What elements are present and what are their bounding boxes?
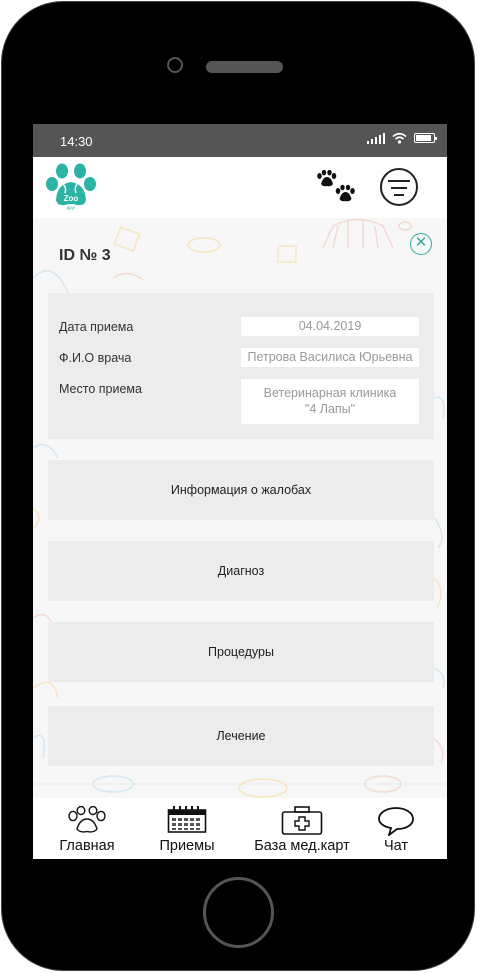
wifi-icon: [392, 132, 407, 144]
diagnosis-section-button[interactable]: Диагноз: [48, 541, 434, 601]
chat-bubble-icon: [378, 807, 414, 836]
filter-menu-button[interactable]: [380, 168, 418, 206]
status-time: 14:30: [60, 134, 93, 149]
record-title: ID № 3: [59, 247, 111, 264]
tab-home[interactable]: Главная: [51, 798, 123, 859]
zoo-logo[interactable]: Zoo друг: [43, 162, 99, 210]
filter-icon: [388, 180, 410, 182]
close-button[interactable]: ✕: [410, 233, 432, 255]
signal-icon: [367, 132, 385, 144]
place-line-1: Ветеринарная клиника: [263, 386, 397, 400]
logo-text: Zoo: [64, 194, 79, 203]
earpiece-speaker: [206, 61, 283, 73]
paw-icon: [68, 806, 106, 833]
calendar-icon: [167, 806, 207, 833]
tab-appointments-label: Приемы: [159, 838, 215, 854]
logo-subtext: друг: [67, 205, 76, 210]
treatment-section-button[interactable]: Лечение: [48, 706, 434, 766]
complaints-section-button[interactable]: Информация о жалобах: [48, 460, 434, 520]
tab-appointments[interactable]: Приемы: [151, 798, 223, 859]
appointment-info-card: Дата приема 04.04.2019 Ф.И.О врача Петро…: [48, 293, 434, 439]
paws-icon[interactable]: [316, 170, 360, 206]
tab-medical-records-label: База мед.карт: [254, 838, 350, 854]
home-button[interactable]: [203, 877, 274, 948]
battery-icon: [414, 133, 437, 143]
tab-home-label: Главная: [59, 838, 115, 854]
app-header: Zoo друг: [33, 157, 447, 218]
bottom-tab-bar: Главная Приемы База мед.карт Чат: [33, 798, 447, 859]
close-icon: ✕: [414, 234, 428, 251]
procedures-section-button[interactable]: Процедуры: [48, 622, 434, 682]
tab-chat[interactable]: Чат: [373, 798, 419, 859]
place-line-2: "4 Лапы": [304, 402, 356, 416]
phone-frame: 14:30 Zoo друг ID № 3 ✕ Дата приема 04.0…: [0, 0, 477, 973]
app-screen: 14:30 Zoo друг ID № 3 ✕ Дата приема 04.0…: [33, 124, 447, 859]
medical-kit-icon: [281, 806, 323, 835]
tab-medical-records[interactable]: База мед.карт: [249, 798, 355, 859]
status-bar: 14:30: [33, 124, 447, 157]
place-value: Ветеринарная клиника "4 Лапы": [241, 379, 419, 424]
doctor-label: Ф.И.О врача: [59, 351, 132, 365]
doctor-value: Петрова Василиса Юрьевна: [241, 348, 419, 367]
tab-chat-label: Чат: [383, 838, 409, 854]
front-camera: [167, 57, 183, 73]
date-label: Дата приема: [59, 320, 134, 334]
date-value: 04.04.2019: [241, 317, 419, 336]
record-content: ID № 3 ✕ Дата приема 04.04.2019 Ф.И.О вр…: [33, 218, 447, 798]
place-label: Место приема: [59, 382, 142, 396]
